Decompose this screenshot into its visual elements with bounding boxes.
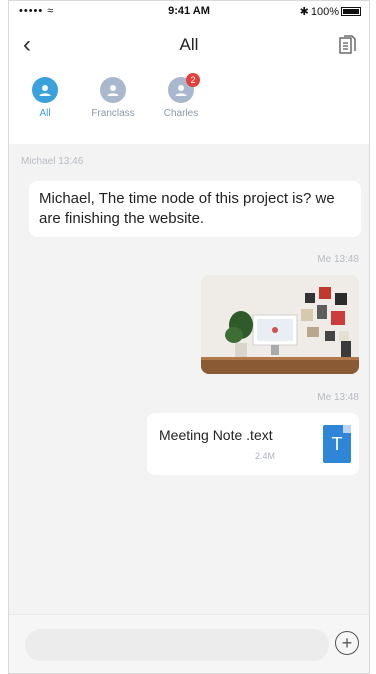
member-label: All: [39, 108, 51, 119]
incoming-message-bubble[interactable]: Michael, The time node of this project i…: [29, 181, 361, 237]
battery-indicator: ✱ 100%: [300, 5, 361, 18]
status-bar: ••••• ≈ 9:41 AM ✱ 100%: [9, 1, 369, 21]
workspace-photo: [201, 275, 359, 374]
unread-badge: 2: [186, 73, 200, 87]
text-file-icon: T: [323, 425, 351, 463]
message-time: 13:46: [58, 156, 84, 167]
plus-circle-icon[interactable]: +: [335, 631, 359, 655]
input-bar: +: [9, 614, 369, 673]
file-type-letter: T: [331, 433, 343, 454]
file-name: Meeting Note .text: [159, 427, 273, 443]
message-meta: Me 13:48: [317, 392, 359, 403]
member-charles[interactable]: 2 Charles: [155, 73, 207, 141]
user-avatar-icon: 2: [168, 73, 200, 103]
member-filter-row: All Franclass 2 Charles: [9, 73, 369, 141]
message-meta: Michael 13:46: [21, 156, 83, 167]
member-label: Charles: [163, 108, 199, 119]
message-input[interactable]: [25, 629, 329, 661]
photo-message[interactable]: [201, 275, 359, 374]
sender-name: Michael: [21, 156, 56, 167]
user-avatar-icon: [100, 77, 126, 103]
bluetooth-icon: ✱: [299, 6, 309, 18]
member-all[interactable]: All: [19, 77, 71, 141]
message-time: 13:48: [333, 254, 359, 265]
group-avatar-icon: [32, 77, 58, 103]
phone-frame: ••••• ≈ 9:41 AM ✱ 100% ‹ All All Francla…: [8, 0, 370, 674]
document-icon[interactable]: [339, 35, 357, 55]
message-time: 13:48: [333, 392, 359, 403]
file-size: 2.4M: [255, 451, 276, 461]
member-label: Franclass: [91, 108, 135, 119]
sender-name: Me: [317, 392, 332, 403]
battery-icon: [341, 7, 361, 16]
chat-area[interactable]: Michael 13:46 Michael, The time node of …: [9, 144, 369, 616]
navigation-bar: ‹ All: [9, 23, 369, 67]
member-franclass[interactable]: Franclass: [87, 77, 139, 141]
message-meta: Me 13:48: [317, 254, 359, 265]
battery-percent: 100%: [310, 5, 339, 18]
page-title: All: [179, 35, 199, 54]
file-message-bubble[interactable]: Meeting Note .text 2.4M T: [147, 413, 359, 475]
sender-name: Me: [317, 254, 332, 265]
